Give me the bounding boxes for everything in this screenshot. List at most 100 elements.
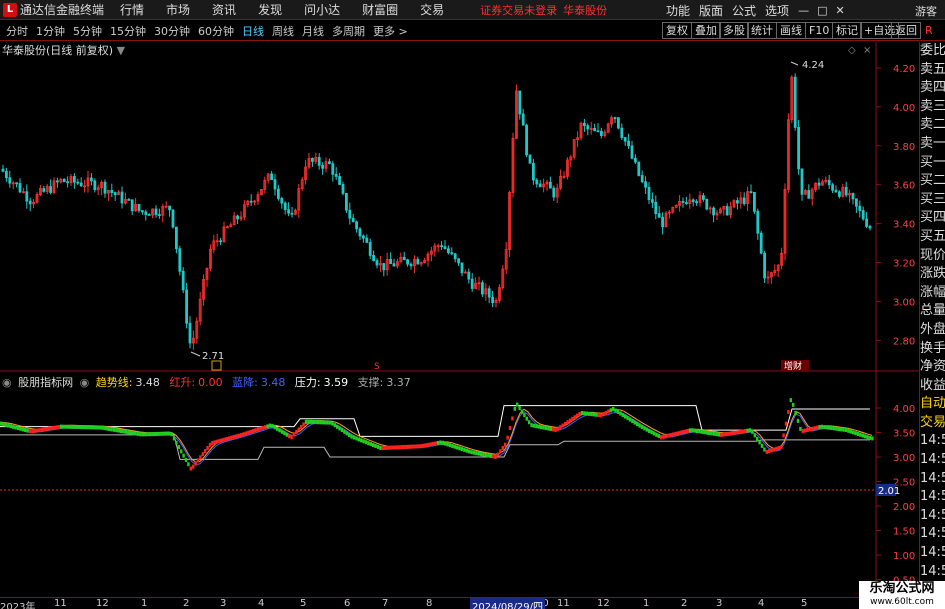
side-panel-item[interactable]: 14:56: [920, 488, 945, 507]
side-panel-item[interactable]: 卖二: [920, 116, 945, 135]
diamond-icon[interactable]: ◇: [848, 45, 856, 56]
side-panel-item[interactable]: 买一: [920, 154, 945, 173]
price-tick-label: 3.20: [893, 259, 915, 270]
candle-body: [361, 235, 365, 239]
candle-body: [657, 213, 661, 218]
trend-dot: [434, 441, 437, 446]
time-axis-label: 1: [141, 598, 148, 609]
chevron-down-icon[interactable]: ▼: [117, 44, 125, 57]
candle-body: [5, 170, 8, 179]
side-panel-item[interactable]: 自动: [920, 395, 945, 414]
trend-dot: [374, 443, 377, 448]
corner-r-label: R: [925, 24, 933, 37]
side-panel-item[interactable]: 14:56: [920, 525, 945, 544]
candle-body: [858, 205, 862, 211]
side-panel-item[interactable]: 14:56: [920, 507, 945, 526]
trend-dot: [696, 429, 699, 434]
candle-body: [355, 221, 359, 230]
event-marker-s[interactable]: S: [374, 362, 380, 372]
trend-dot: [62, 424, 65, 429]
trend-dot: [19, 426, 22, 431]
trend-dot: [151, 432, 154, 437]
side-panel-item[interactable]: 换手: [920, 340, 945, 359]
side-panel-item[interactable]: 买二: [920, 172, 945, 191]
side-panel-item[interactable]: 14:56: [920, 544, 945, 563]
chart-canvas[interactable]: 4.20 4.00 3.80 3.60 3.40 3.20 3.00 2.80 4.00 3.5…: [0, 0, 919, 597]
side-panel-item[interactable]: 买五: [920, 228, 945, 247]
trend-dot: [252, 429, 255, 434]
side-panel-item[interactable]: 现价: [920, 247, 945, 266]
trend-dot: [496, 452, 500, 457]
side-panel-item[interactable]: 14:56: [920, 451, 945, 470]
side-panel-item[interactable]: 卖五: [920, 61, 945, 80]
trend-dot: [367, 441, 370, 446]
trend-dot: [172, 436, 176, 441]
event-marker-icon[interactable]: [211, 360, 222, 371]
side-panel-item[interactable]: 14:56: [920, 470, 945, 489]
trend-dot: [868, 435, 872, 440]
trend-dot: [835, 426, 838, 431]
trend-dot: [799, 426, 802, 431]
candle-body: [759, 232, 763, 254]
side-panel-item[interactable]: 14:56: [920, 432, 945, 451]
candle-body: [586, 125, 590, 130]
trend-dot: [638, 423, 641, 428]
trend-dot: [297, 427, 300, 432]
candle-body: [651, 199, 654, 203]
red-value: 0.00: [198, 376, 223, 389]
side-panel-item[interactable]: 外盘: [920, 321, 945, 340]
trend-dot: [141, 432, 144, 437]
trend-dot: [808, 427, 812, 432]
time-axis-label: 3: [716, 598, 723, 609]
side-panel-item[interactable]: 卖四: [920, 79, 945, 98]
indicator-tick-label: 3.50: [893, 429, 915, 440]
trend-dot: [132, 431, 135, 436]
side-panel-item[interactable]: 涨幅: [920, 284, 945, 303]
trend-dot: [312, 419, 315, 424]
side-panel-item[interactable]: 收益: [920, 377, 945, 396]
trend-dot: [88, 425, 92, 430]
side-panel-item[interactable]: 卖三: [920, 98, 945, 117]
side-panel-item[interactable]: 总量: [920, 302, 945, 321]
trend-dot: [237, 433, 240, 438]
trend-dot: [525, 416, 528, 421]
candle-body: [76, 181, 80, 184]
candle-body: [827, 179, 831, 186]
trend-dot: [415, 444, 418, 449]
trend-dot: [816, 425, 819, 430]
side-panel-item[interactable]: 买四: [920, 209, 945, 228]
event-badge[interactable]: 增财: [784, 360, 802, 372]
trend-dot: [235, 434, 238, 439]
trend-dot: [628, 417, 632, 422]
side-panel-item[interactable]: 涨跌: [920, 265, 945, 284]
side-panel-item[interactable]: 卖一: [920, 135, 945, 154]
indicator-settings-icon[interactable]: ◉: [80, 376, 90, 389]
watermark: 乐淘公式网 www.60lt.com: [859, 581, 945, 609]
trend-dot: [573, 415, 576, 420]
side-panel-item[interactable]: 净资: [920, 358, 945, 377]
trend-dot: [412, 444, 416, 449]
side-panel-item[interactable]: 14:56: [920, 563, 945, 582]
time-axis[interactable]: 2023年111212345678101112123452024/08/29/四: [0, 597, 919, 609]
trend-dot: [384, 445, 387, 450]
time-axis-label: 12: [597, 598, 610, 609]
trend-dot: [468, 449, 471, 454]
candle-body: [406, 259, 410, 265]
side-panel-item[interactable]: 交易: [920, 414, 945, 433]
indicator-name[interactable]: 股朋指标网: [18, 376, 73, 389]
side-panel-item[interactable]: 委比: [920, 42, 945, 61]
trend-dot: [288, 434, 291, 439]
indicator-header: ◉ 股朋指标网 ◉ 趋势线: 3.48 红升: 0.00 蓝降: 3.48 压力: 3.…: [2, 374, 414, 390]
trend-dot: [684, 429, 687, 434]
candle-body: [28, 200, 32, 205]
close-pane-icon[interactable]: ×: [863, 45, 871, 56]
side-panel-item[interactable]: 买三: [920, 191, 945, 210]
trend-dot: [91, 425, 94, 430]
candle-body: [440, 245, 444, 248]
trend-dot: [580, 410, 584, 415]
trend-dot: [542, 425, 545, 430]
indicator-toggle-icon[interactable]: ◉: [2, 376, 12, 389]
candle-body: [321, 164, 325, 169]
candle-body: [453, 253, 457, 260]
candle-body: [535, 179, 539, 185]
